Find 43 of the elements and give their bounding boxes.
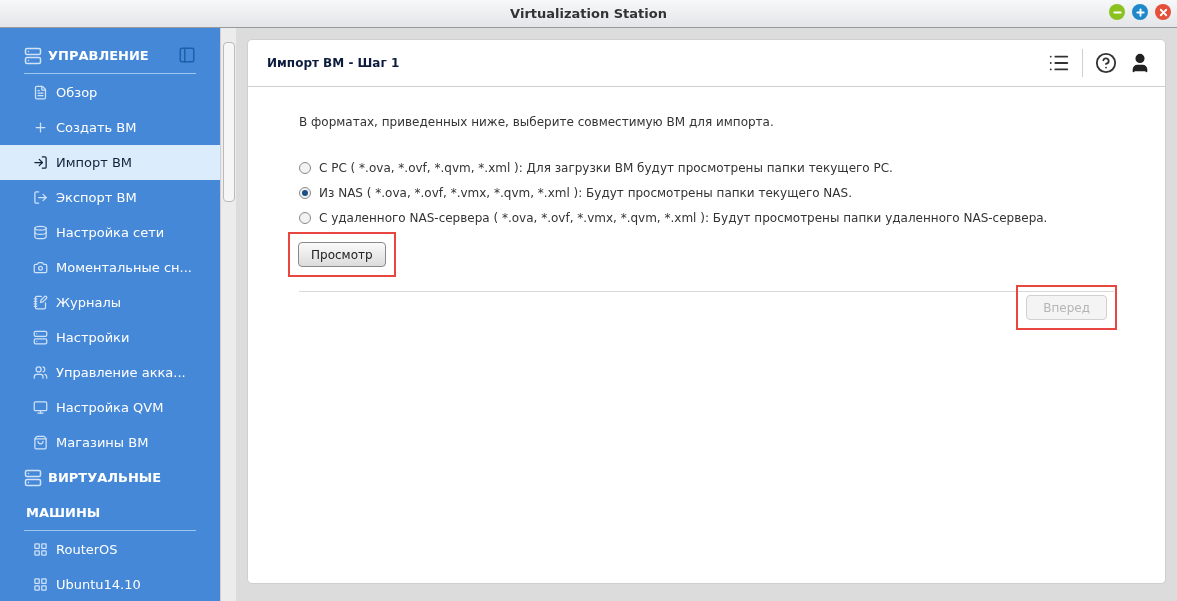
close-icon — [1157, 6, 1169, 18]
help-icon[interactable] — [1095, 52, 1117, 74]
sidebar-item[interactable]: Импорт ВМ — [0, 145, 220, 180]
close-button[interactable] — [1155, 4, 1171, 20]
bag-icon — [33, 435, 48, 450]
users-icon — [33, 365, 48, 380]
sidebar-item[interactable]: Экспорт ВМ — [0, 180, 220, 215]
grid-icon — [33, 542, 48, 557]
layout-icon — [178, 46, 196, 64]
radio-option[interactable]: Из NAS ( *.ova, *.ovf, *.vmx, *.qvm, *.xml ): Будут просмотрены папки текущего NAS. — [299, 180, 1114, 205]
export-icon — [33, 190, 48, 205]
plus-icon — [33, 120, 48, 135]
sidebar-item[interactable]: Управление акка... — [0, 355, 220, 390]
panel-title: Импорт ВМ - Шаг 1 — [267, 55, 400, 72]
server-icon — [24, 46, 42, 65]
sidebar-item[interactable]: Моментальные сн... — [0, 250, 220, 285]
sidebar-item[interactable]: Настройка QVM — [0, 390, 220, 425]
sidebar-item[interactable]: Создать ВМ — [0, 110, 220, 145]
sidebar-item[interactable]: Ubuntu14.10 — [0, 567, 220, 601]
camera-icon — [33, 260, 48, 275]
section-title: МАШИНЫ — [25, 503, 101, 522]
sidebar-item[interactable]: Журналы — [0, 285, 220, 320]
plus-icon — [1134, 6, 1146, 18]
maximize-button[interactable] — [1132, 4, 1148, 20]
radio-option[interactable]: С удаленного NAS-сервера ( *.ova, *.ovf, *.vmx, *.qvm, *.xml ): Будут просмотрены папки удаленного NAS-сервера. — [299, 205, 1114, 230]
sidebar-item[interactable]: Обзор — [0, 75, 220, 110]
instruction-text: В форматах, приведенных ниже, выберите совместимую ВМ для импорта. — [299, 114, 775, 131]
import-icon — [33, 155, 48, 170]
sidebar-item[interactable]: Настройки — [0, 320, 220, 355]
server-icon — [33, 330, 48, 345]
monitor-icon — [33, 400, 48, 415]
notebook-icon — [33, 295, 48, 310]
section-title: УПРАВЛЕНИЕ — [48, 46, 149, 65]
browse-button[interactable]: Просмотр — [298, 242, 386, 267]
grid-icon — [33, 577, 48, 592]
database-icon — [33, 225, 48, 240]
sidebar-item[interactable]: Настройка сети — [0, 215, 220, 250]
sidebar-item[interactable]: RouterOS — [0, 532, 220, 567]
radio-option[interactable]: С PC ( *.ova, *.ovf, *.qvm, *.xml ): Для загрузки ВМ будут просмотрены папки текущего PC. — [299, 155, 1114, 180]
section-title: ВИРТУАЛЬНЫЕ — [48, 468, 162, 487]
window-title: Virtualization Station — [510, 4, 667, 23]
server-icon — [24, 468, 42, 487]
sidebar-item[interactable]: Магазины ВМ — [0, 425, 220, 460]
